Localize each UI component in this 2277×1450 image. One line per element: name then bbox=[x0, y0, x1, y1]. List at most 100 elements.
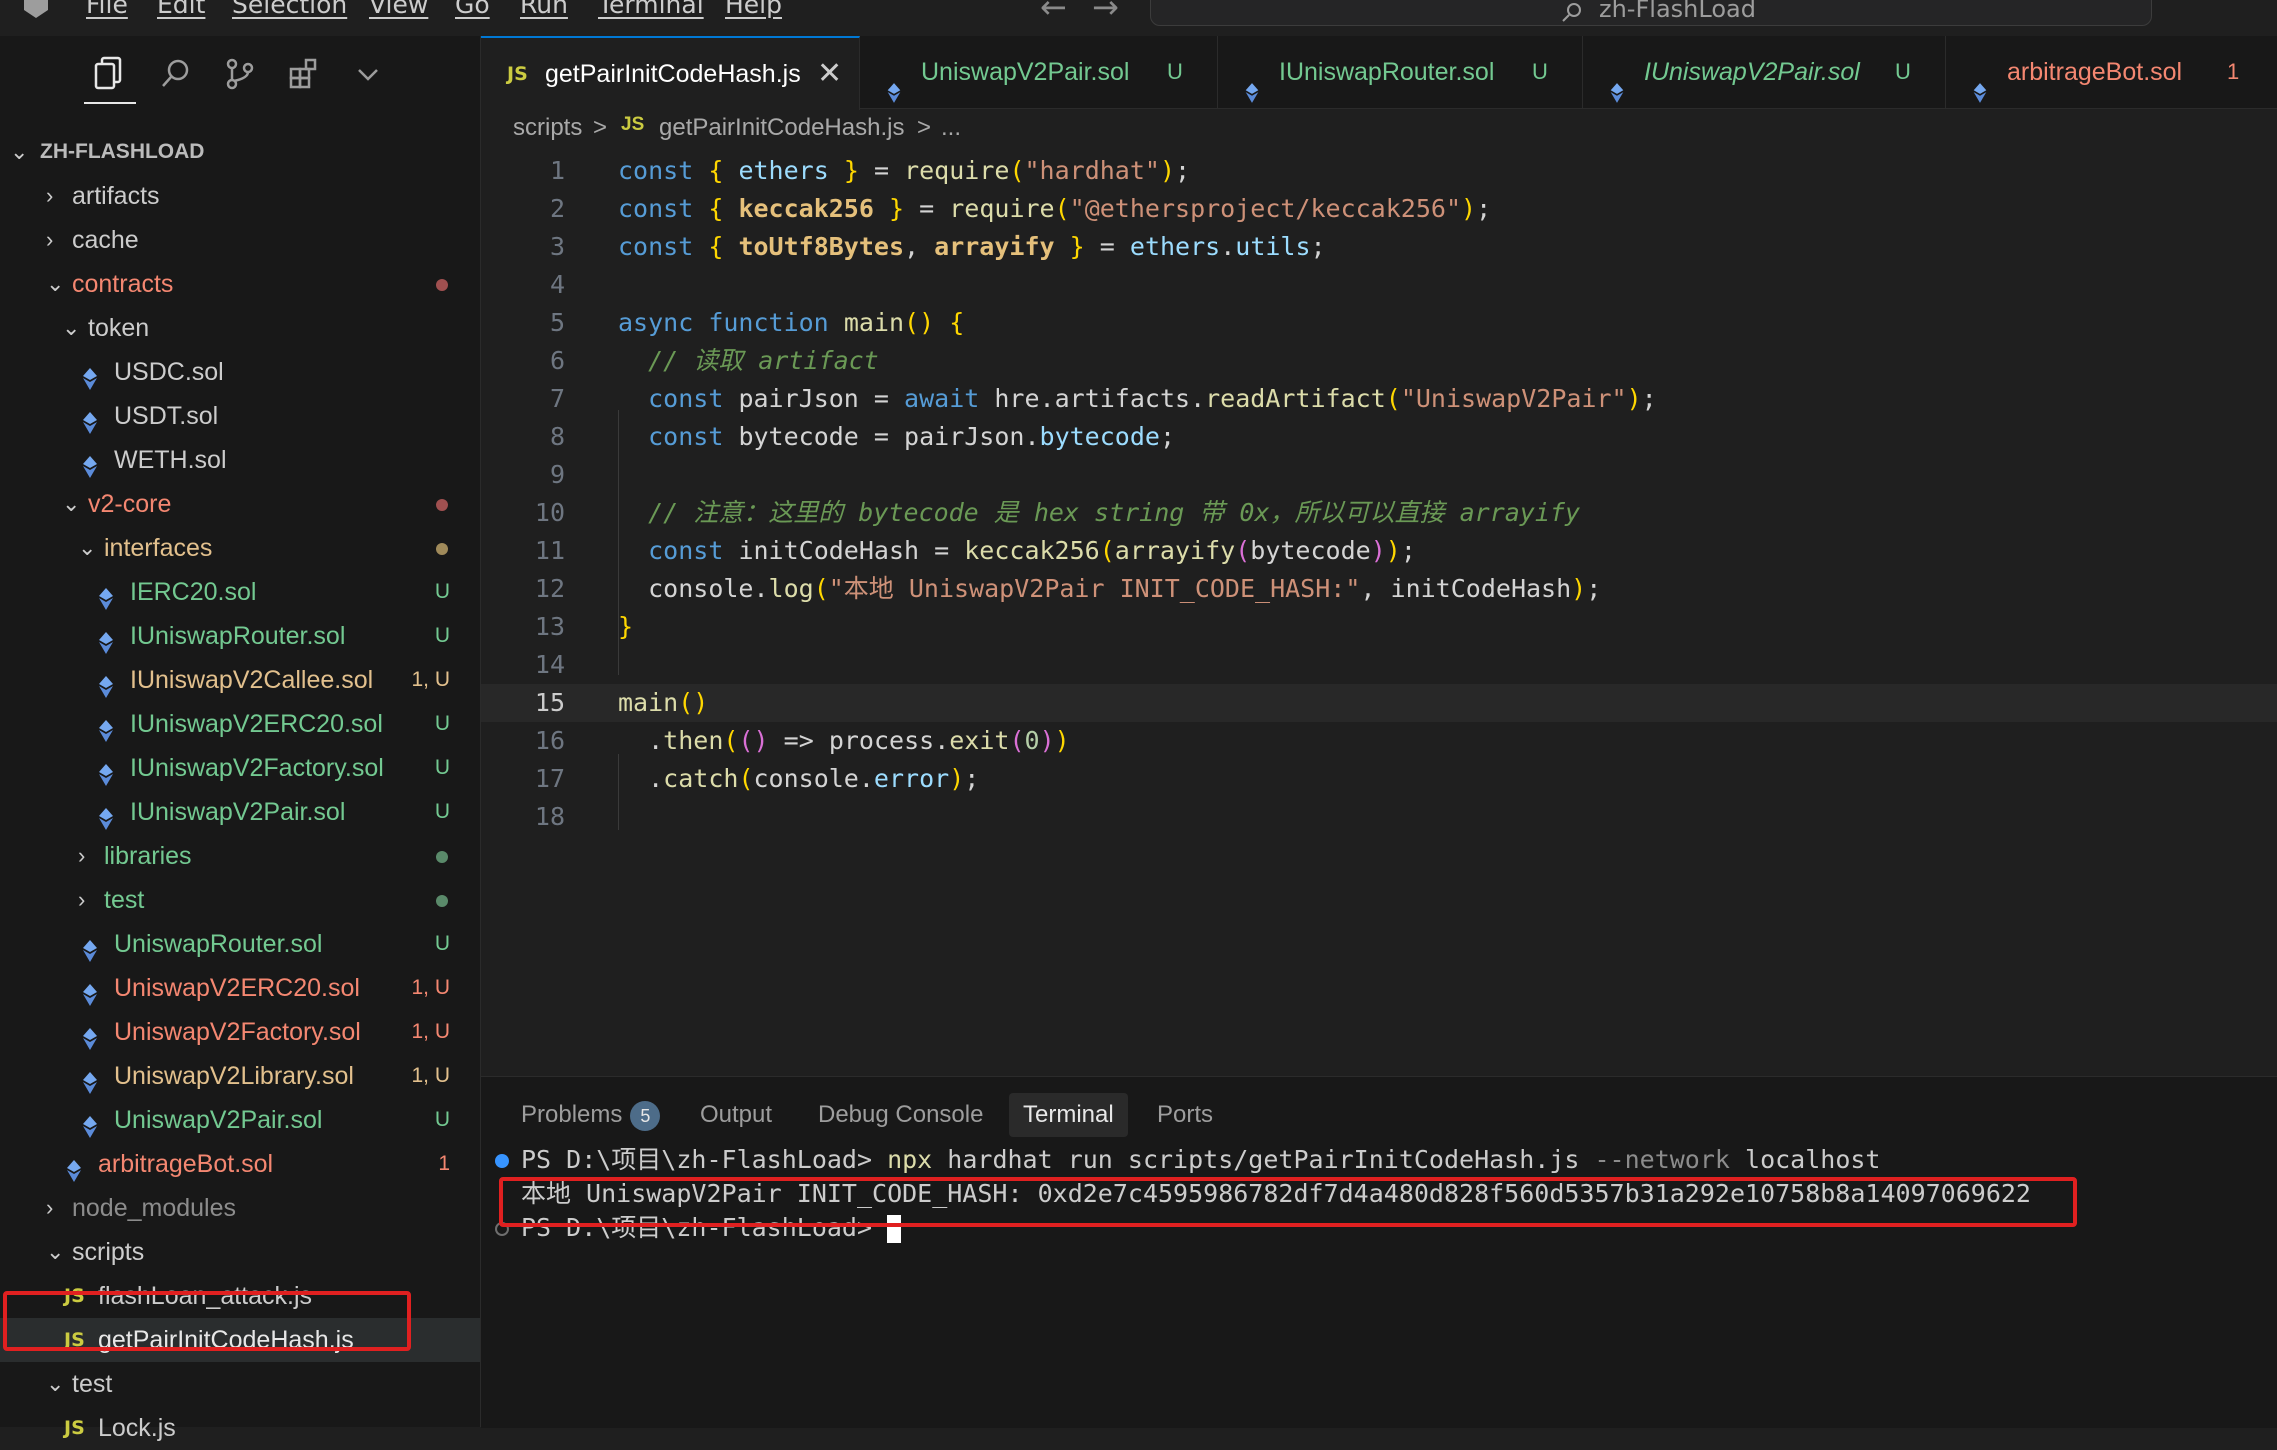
tree-item-label: UniswapV2ERC20.sol bbox=[114, 974, 360, 1002]
tab-git-status: U bbox=[1532, 59, 1548, 84]
code-line[interactable]: 11 const initCodeHash = keccak256(arrayi… bbox=[481, 532, 2277, 570]
tree-item-artifacts[interactable]: › artifacts bbox=[0, 174, 480, 218]
menu-edit[interactable]: Edit bbox=[157, 0, 205, 19]
terminal-cmd-arg: localhost bbox=[1729, 1145, 1881, 1174]
code-line[interactable]: 13} bbox=[481, 608, 2277, 646]
tree-item-iuniswapv2callee-sol[interactable]: IUniswapV2Callee.sol 1, U bbox=[0, 658, 480, 702]
highlight-box-output bbox=[499, 1177, 2077, 1227]
code-line[interactable]: 10 // 注意：这里的 bytecode 是 hex string 带 0x，… bbox=[481, 494, 2277, 532]
breadcrumb-file[interactable]: getPairInitCodeHash.js bbox=[659, 114, 904, 142]
explorer-root-header[interactable]: ⌄ ZH-FLASHLOAD bbox=[0, 130, 480, 174]
code-line[interactable]: 2 const { keccak256 } = require("@ethersp… bbox=[481, 190, 2277, 228]
tree-item-scripts[interactable]: ⌄ scripts bbox=[0, 1230, 480, 1274]
modified-dot bbox=[436, 279, 448, 291]
tree-item-token[interactable]: ⌄ token bbox=[0, 306, 480, 350]
git-status-badge: 1, U bbox=[411, 976, 450, 999]
breadcrumb-scripts[interactable]: scripts bbox=[513, 114, 582, 142]
code-line[interactable]: 17 .catch(console.error); bbox=[481, 760, 2277, 798]
tree-item-cache[interactable]: › cache bbox=[0, 218, 480, 262]
tab-label: IUniswapV2Pair.sol bbox=[1644, 58, 1860, 86]
menu-run[interactable]: Run bbox=[520, 0, 568, 19]
tree-item-uniswapv2erc20-sol[interactable]: UniswapV2ERC20.sol 1, U bbox=[0, 966, 480, 1010]
code-line[interactable]: 3 const { toUtf8Bytes, arrayify } = ether… bbox=[481, 228, 2277, 266]
code-line[interactable]: 1 const { ethers } = require("hardhat"); bbox=[481, 152, 2277, 190]
command-success-dot bbox=[495, 1154, 509, 1168]
line-number: 10 bbox=[534, 498, 565, 527]
code-line[interactable]: 7 const pairJson = await hre.artifacts.r… bbox=[481, 380, 2277, 418]
tree-item-arbitragebot-sol[interactable]: arbitrageBot.sol 1 bbox=[0, 1142, 480, 1186]
tree-item-uniswapv2pair-sol[interactable]: UniswapV2Pair.sol U bbox=[0, 1098, 480, 1142]
menu-selection[interactable]: Selection bbox=[232, 0, 347, 19]
search-icon[interactable] bbox=[158, 56, 194, 92]
tree-item-test[interactable]: › test bbox=[0, 878, 480, 922]
tree-item-v2-core[interactable]: ⌄ v2-core bbox=[0, 482, 480, 526]
tree-item-iuniswaprouter-sol[interactable]: IUniswapRouter.sol U bbox=[0, 614, 480, 658]
tab-debug-console[interactable]: Debug Console bbox=[818, 1093, 983, 1137]
line-number: 17 bbox=[534, 764, 565, 793]
chevron-down-icon: ⌄ bbox=[46, 1371, 65, 1396]
menu-file[interactable]: File bbox=[86, 0, 128, 19]
command-center-text: zh-FlashLoad bbox=[1599, 0, 1756, 23]
tree-item-iuniswapv2erc20-sol[interactable]: IUniswapV2ERC20.sol U bbox=[0, 702, 480, 746]
menu-go[interactable]: Go bbox=[455, 0, 490, 19]
tab-arbitragebot-sol[interactable]: arbitrageBot.sol 1 bbox=[1945, 36, 2277, 108]
tree-item-iuniswapv2factory-sol[interactable]: IUniswapV2Factory.sol U bbox=[0, 746, 480, 790]
code-line[interactable]: 14 bbox=[481, 646, 2277, 684]
tab-uniswapv2pair-sol[interactable]: UniswapV2Pair.sol U bbox=[859, 36, 1218, 108]
code-line[interactable]: 16 .then(() => process.exit(0)) bbox=[481, 722, 2277, 760]
tree-item-uniswapv2library-sol[interactable]: UniswapV2Library.sol 1, U bbox=[0, 1054, 480, 1098]
code-line[interactable]: 6 // 读取 artifact bbox=[481, 342, 2277, 380]
tree-item-libraries[interactable]: › libraries bbox=[0, 834, 480, 878]
tree-item-ierc20-sol[interactable]: IERC20.sol U bbox=[0, 570, 480, 614]
line-number: 8 bbox=[549, 422, 565, 451]
code-line[interactable]: 4 bbox=[481, 266, 2277, 304]
tree-item-iuniswapv2pair-sol[interactable]: IUniswapV2Pair.sol U bbox=[0, 790, 480, 834]
tree-item-label: interfaces bbox=[104, 534, 213, 562]
menu-help[interactable]: Help bbox=[725, 0, 782, 19]
extensions-icon[interactable] bbox=[286, 56, 322, 92]
tab-output[interactable]: Output bbox=[700, 1093, 772, 1137]
tab-problems-label: Problems bbox=[521, 1101, 623, 1128]
back-arrow-icon[interactable]: ← bbox=[1040, 0, 1067, 26]
tab-problems[interactable]: Problems 5 bbox=[521, 1093, 661, 1137]
tree-item-weth-sol[interactable]: WETH.sol bbox=[0, 438, 480, 482]
code-line[interactable]: 15 main() bbox=[481, 684, 2277, 722]
breadcrumb-separator: > bbox=[917, 114, 932, 141]
tab-terminal[interactable]: Terminal bbox=[1009, 1093, 1128, 1137]
code-line[interactable]: 12 console.log("本地 UniswapV2Pair INIT_CO… bbox=[481, 570, 2277, 608]
tree-item-usdc-sol[interactable]: USDC.sol bbox=[0, 350, 480, 394]
tree-item-usdt-sol[interactable]: USDT.sol bbox=[0, 394, 480, 438]
command-center-search[interactable]: zh-FlashLoad bbox=[1150, 0, 2152, 26]
tree-item-uniswaprouter-sol[interactable]: UniswapRouter.sol U bbox=[0, 922, 480, 966]
tab-getpairinitcodehash-js[interactable]: JS getPairInitCodeHash.js ✕ bbox=[481, 36, 860, 110]
git-status-badge: U bbox=[434, 1108, 450, 1131]
breadcrumb-symbols[interactable]: ... bbox=[941, 114, 961, 142]
tab-iuniswaprouter-sol[interactable]: IUniswapRouter.sol U bbox=[1217, 36, 1583, 108]
breadcrumb-separator: > bbox=[593, 114, 608, 141]
menu-terminal[interactable]: Terminal bbox=[598, 0, 704, 19]
forward-arrow-icon[interactable]: → bbox=[1092, 0, 1119, 26]
tree-item-test[interactable]: ⌄ test bbox=[0, 1362, 480, 1406]
chevron-down-icon[interactable] bbox=[350, 56, 386, 92]
tree-item-node-modules[interactable]: › node_modules bbox=[0, 1186, 480, 1230]
line-number: 1 bbox=[549, 156, 565, 185]
menu-view[interactable]: View bbox=[369, 0, 428, 19]
solidity-file-icon bbox=[96, 757, 116, 786]
tree-item-interfaces[interactable]: ⌄ interfaces bbox=[0, 526, 480, 570]
tab-ports[interactable]: Ports bbox=[1157, 1093, 1213, 1137]
explorer-icon[interactable] bbox=[88, 52, 130, 94]
tab-iuniswapv2pair-sol[interactable]: IUniswapV2Pair.sol U bbox=[1582, 36, 1946, 108]
code-line[interactable]: 9 bbox=[481, 456, 2277, 494]
code-line[interactable]: 5 async function main() { bbox=[481, 304, 2277, 342]
code-line[interactable]: 18 bbox=[481, 798, 2277, 836]
tree-item-contracts[interactable]: ⌄ contracts bbox=[0, 262, 480, 306]
close-icon[interactable]: ✕ bbox=[817, 38, 842, 110]
chevron-down-icon: ⌄ bbox=[46, 271, 65, 296]
terminal-command-line: PS D:\项目\zh-FlashLoad> npx hardhat run s… bbox=[521, 1143, 1880, 1177]
source-control-icon[interactable] bbox=[222, 56, 258, 92]
tree-item-lock-js[interactable]: JS Lock.js bbox=[0, 1406, 480, 1450]
code-line[interactable]: 8 const bytecode = pairJson.bytecode; bbox=[481, 418, 2277, 456]
tree-item-uniswapv2factory-sol[interactable]: UniswapV2Factory.sol 1, U bbox=[0, 1010, 480, 1054]
code-text: const initCodeHash = keccak256(arrayify(… bbox=[648, 536, 1416, 565]
chevron-right-icon: › bbox=[78, 843, 86, 868]
